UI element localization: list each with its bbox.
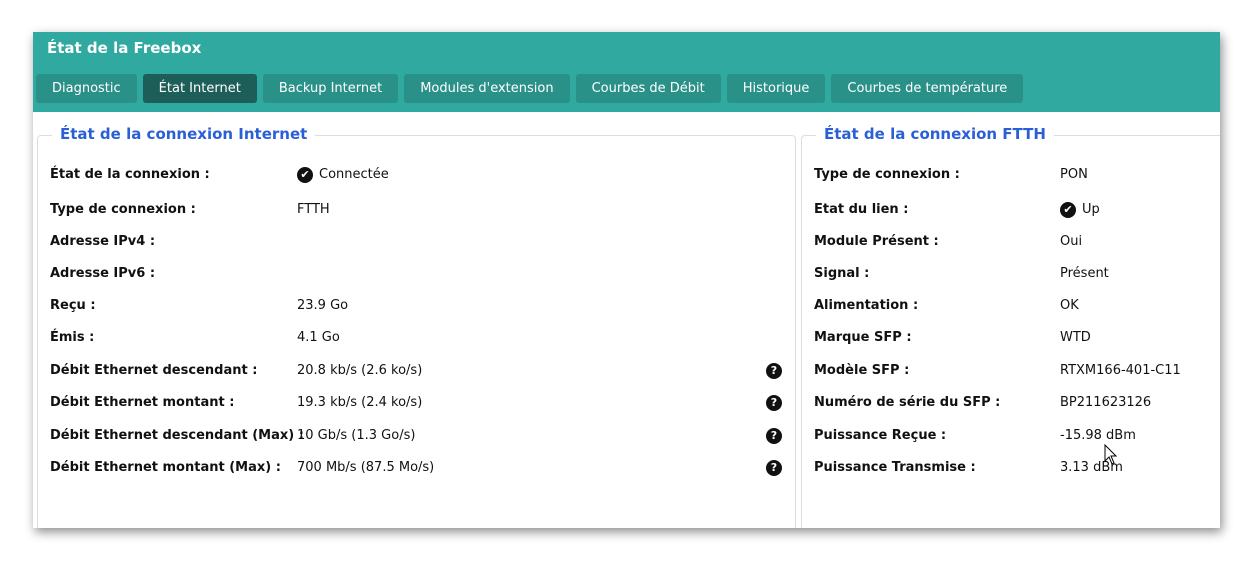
row-value: 20.8 kb/s (2.6 ko/s): [297, 361, 422, 381]
row-label: Etat du lien :: [814, 202, 909, 217]
window-header: État de la Freebox Diagnostic État Intern…: [33, 32, 1220, 112]
info-row: Débit Ethernet montant : 19.3 kb/s (2.4 k…: [50, 393, 790, 413]
info-row: Puissance Transmise :3.13 dBm: [814, 458, 1220, 478]
info-row: Module Présent : Oui: [814, 232, 1220, 252]
tab-courbes-de-d-bit[interactable]: Courbes de Débit: [575, 74, 721, 103]
tab-bar: Diagnostic État Internet Backup Internet Mo…: [36, 74, 1024, 103]
row-value: Oui: [1060, 232, 1082, 252]
row-value-text: RTXM166-401-C11: [1060, 363, 1181, 378]
row-label: Débit Ethernet descendant (Max) :: [50, 428, 304, 443]
row-value: ✔ Connectée: [297, 165, 389, 185]
row-value: 10 Gb/s (1.3 Go/s): [297, 426, 415, 446]
info-row: Reçu : 23.9 Go: [50, 296, 790, 316]
row-value: Présent: [1060, 264, 1109, 284]
panel-title: État de la connexion Internet: [52, 125, 316, 143]
row-label: Module Présent :: [814, 234, 939, 249]
info-row: Numéro de série du SFP : BP211623126: [814, 393, 1220, 413]
row-value-text: 19.3 kb/s (2.4 ko/s): [297, 395, 423, 410]
row-value-text: FTTH: [297, 202, 330, 217]
row-value-text: -15.98 dBm: [1060, 428, 1136, 443]
info-row: Débit Ethernet descendant : 20.8 kb/s (2.…: [50, 361, 790, 381]
check-circle-icon: ✔: [1060, 201, 1076, 218]
row-value: WTD: [1060, 328, 1091, 348]
row-label: Signal :: [814, 266, 870, 281]
mouse-cursor-icon: [1104, 444, 1118, 465]
row-value-text: 4.1 Go: [297, 330, 340, 345]
info-row: Type de connexion : FTTH: [50, 200, 790, 220]
row-label: État de la connexion :: [50, 167, 210, 182]
row-label: Modèle SFP :: [814, 363, 910, 378]
help-icon[interactable]: ?: [766, 460, 782, 476]
row-value: ✔ Up: [1060, 200, 1100, 220]
row-label: Marque SFP :: [814, 330, 912, 345]
row-value: 23.9 Go: [297, 296, 348, 316]
row-value-text: 23.9 Go: [297, 298, 349, 313]
row-label: Numéro de série du SFP :: [814, 395, 1001, 410]
row-value-text: BP211623126: [1060, 395, 1152, 410]
window-title: État de la Freebox: [47, 39, 202, 57]
tab-diagnostic[interactable]: Diagnostic: [36, 74, 137, 103]
row-label: Adresse IPv6 :: [50, 266, 156, 281]
info-row: Etat du lien : ✔ Up: [814, 200, 1220, 220]
info-row: Type de connexion : PON: [814, 165, 1220, 185]
info-row: Adresse IPv6 :: [50, 264, 790, 284]
info-row: Marque SFP : WTD: [814, 328, 1220, 348]
row-value-text: Connectée: [319, 167, 389, 182]
row-value: BP211623126: [1060, 393, 1151, 413]
row-value: 19.3 kb/s (2.4 ko/s): [297, 393, 422, 413]
panel-title: État de la connexion FTTH: [816, 125, 1054, 143]
internet-connection-panel: État de la connexion Internet État de la…: [37, 125, 796, 528]
row-label: Adresse IPv4 :: [50, 234, 156, 249]
row-value-text: Up: [1082, 202, 1100, 217]
row-value: -15.98 dBm: [1060, 426, 1136, 446]
row-label: Débit Ethernet montant :: [50, 395, 235, 410]
row-value-text: PON: [1060, 167, 1088, 182]
info-row: Signal : Présent: [814, 264, 1220, 284]
row-label: Puissance Transmise :: [814, 460, 976, 475]
row-value-text: Présent: [1060, 266, 1109, 281]
row-value: 700 Mb/s (87.5 Mo/s): [297, 458, 434, 478]
tab-backup-internet[interactable]: Backup Internet: [262, 74, 399, 103]
tab-modules-d-extension[interactable]: Modules d'extension: [404, 74, 570, 103]
tab-courbes-de-temp-rature[interactable]: Courbes de température: [831, 74, 1024, 103]
row-value: RTXM166-401-C11: [1060, 361, 1181, 381]
row-label: Type de connexion :: [50, 202, 196, 217]
info-row: Débit Ethernet descendant (Max) :10 Gb/s…: [50, 426, 790, 446]
row-label: Débit Ethernet montant (Max) :: [50, 460, 281, 475]
help-icon[interactable]: ?: [766, 395, 782, 411]
row-label: Puissance Reçue :: [814, 428, 947, 443]
row-value-text: WTD: [1060, 330, 1091, 345]
row-value-text: OK: [1060, 298, 1079, 313]
row-value: OK: [1060, 296, 1079, 316]
ftth-connection-panel: État de la connexion FTTH Type de connex…: [801, 125, 1220, 528]
row-value-text: Oui: [1060, 234, 1083, 249]
freebox-status-window: État de la Freebox Diagnostic État Intern…: [33, 32, 1220, 528]
row-label: Type de connexion :: [814, 167, 960, 182]
row-value-text: 700 Mb/s (87.5 Mo/s): [297, 460, 435, 475]
info-row: Alimentation : OK: [814, 296, 1220, 316]
info-row: Puissance Reçue : -15.98 dBm: [814, 426, 1220, 446]
help-icon[interactable]: ?: [766, 363, 782, 379]
row-value: 4.1 Go: [297, 328, 340, 348]
info-row: Modèle SFP : RTXM166-401-C11: [814, 361, 1220, 381]
check-circle-icon: ✔: [297, 166, 313, 183]
row-value-text: 20.8 kb/s (2.6 ko/s): [297, 363, 423, 378]
row-value: PON: [1060, 165, 1088, 185]
row-value-text: 10 Gb/s (1.3 Go/s): [297, 428, 416, 443]
info-row: Émis : 4.1 Go: [50, 328, 790, 348]
tab-historique[interactable]: Historique: [726, 74, 826, 103]
info-row: Adresse IPv4 :: [50, 232, 790, 252]
info-row: Débit Ethernet montant (Max) : 700 Mb/s (…: [50, 458, 790, 478]
row-label: Émis :: [50, 330, 95, 345]
row-value: FTTH: [297, 200, 330, 220]
info-row: État de la connexion : ✔ Connectée: [50, 165, 790, 185]
row-label: Débit Ethernet descendant :: [50, 363, 258, 378]
row-label: Reçu :: [50, 298, 96, 313]
help-icon[interactable]: ?: [766, 428, 782, 444]
row-label: Alimentation :: [814, 298, 919, 313]
tab--tat-internet[interactable]: État Internet: [142, 74, 257, 103]
